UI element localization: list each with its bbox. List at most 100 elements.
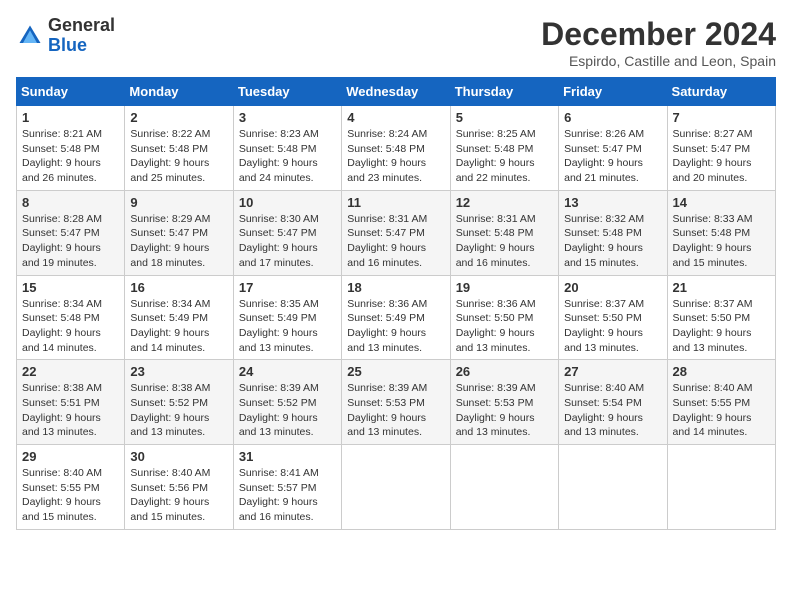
day-info: Sunrise: 8:33 AMSunset: 5:48 PMDaylight:…	[673, 212, 770, 271]
calendar-cell	[559, 445, 667, 530]
day-number: 30	[130, 449, 227, 464]
day-info: Sunrise: 8:39 AMSunset: 5:53 PMDaylight:…	[347, 381, 444, 440]
day-info: Sunrise: 8:27 AMSunset: 5:47 PMDaylight:…	[673, 127, 770, 186]
day-number: 29	[22, 449, 119, 464]
column-header-friday: Friday	[559, 78, 667, 106]
day-info: Sunrise: 8:40 AMSunset: 5:54 PMDaylight:…	[564, 381, 661, 440]
calendar-cell: 19 Sunrise: 8:36 AMSunset: 5:50 PMDaylig…	[450, 275, 558, 360]
calendar-week-row: 22 Sunrise: 8:38 AMSunset: 5:51 PMDaylig…	[17, 360, 776, 445]
logo: General Blue	[16, 16, 115, 56]
day-info: Sunrise: 8:35 AMSunset: 5:49 PMDaylight:…	[239, 297, 336, 356]
day-info: Sunrise: 8:22 AMSunset: 5:48 PMDaylight:…	[130, 127, 227, 186]
day-number: 13	[564, 195, 661, 210]
calendar-week-row: 8 Sunrise: 8:28 AMSunset: 5:47 PMDayligh…	[17, 190, 776, 275]
location: Espirdo, Castille and Leon, Spain	[541, 53, 776, 69]
day-number: 10	[239, 195, 336, 210]
calendar-cell: 6 Sunrise: 8:26 AMSunset: 5:47 PMDayligh…	[559, 106, 667, 191]
calendar-cell: 22 Sunrise: 8:38 AMSunset: 5:51 PMDaylig…	[17, 360, 125, 445]
day-number: 1	[22, 110, 119, 125]
calendar-week-row: 29 Sunrise: 8:40 AMSunset: 5:55 PMDaylig…	[17, 445, 776, 530]
day-info: Sunrise: 8:31 AMSunset: 5:48 PMDaylight:…	[456, 212, 553, 271]
column-header-monday: Monday	[125, 78, 233, 106]
day-number: 12	[456, 195, 553, 210]
logo-text: General Blue	[48, 16, 115, 56]
day-number: 5	[456, 110, 553, 125]
calendar-cell: 11 Sunrise: 8:31 AMSunset: 5:47 PMDaylig…	[342, 190, 450, 275]
calendar-cell: 23 Sunrise: 8:38 AMSunset: 5:52 PMDaylig…	[125, 360, 233, 445]
calendar-cell	[667, 445, 775, 530]
day-number: 24	[239, 364, 336, 379]
calendar-cell: 16 Sunrise: 8:34 AMSunset: 5:49 PMDaylig…	[125, 275, 233, 360]
day-number: 20	[564, 280, 661, 295]
day-info: Sunrise: 8:41 AMSunset: 5:57 PMDaylight:…	[239, 466, 336, 525]
day-number: 26	[456, 364, 553, 379]
day-info: Sunrise: 8:40 AMSunset: 5:55 PMDaylight:…	[22, 466, 119, 525]
calendar-cell: 30 Sunrise: 8:40 AMSunset: 5:56 PMDaylig…	[125, 445, 233, 530]
day-number: 11	[347, 195, 444, 210]
calendar-cell: 8 Sunrise: 8:28 AMSunset: 5:47 PMDayligh…	[17, 190, 125, 275]
calendar-cell: 31 Sunrise: 8:41 AMSunset: 5:57 PMDaylig…	[233, 445, 341, 530]
calendar-cell: 14 Sunrise: 8:33 AMSunset: 5:48 PMDaylig…	[667, 190, 775, 275]
day-number: 3	[239, 110, 336, 125]
day-info: Sunrise: 8:30 AMSunset: 5:47 PMDaylight:…	[239, 212, 336, 271]
day-info: Sunrise: 8:29 AMSunset: 5:47 PMDaylight:…	[130, 212, 227, 271]
column-header-sunday: Sunday	[17, 78, 125, 106]
day-number: 6	[564, 110, 661, 125]
day-number: 4	[347, 110, 444, 125]
calendar-cell: 18 Sunrise: 8:36 AMSunset: 5:49 PMDaylig…	[342, 275, 450, 360]
day-number: 7	[673, 110, 770, 125]
calendar-cell: 15 Sunrise: 8:34 AMSunset: 5:48 PMDaylig…	[17, 275, 125, 360]
calendar-cell: 13 Sunrise: 8:32 AMSunset: 5:48 PMDaylig…	[559, 190, 667, 275]
day-number: 22	[22, 364, 119, 379]
day-number: 23	[130, 364, 227, 379]
calendar-cell: 21 Sunrise: 8:37 AMSunset: 5:50 PMDaylig…	[667, 275, 775, 360]
day-info: Sunrise: 8:39 AMSunset: 5:52 PMDaylight:…	[239, 381, 336, 440]
day-number: 14	[673, 195, 770, 210]
day-number: 8	[22, 195, 119, 210]
calendar-cell: 7 Sunrise: 8:27 AMSunset: 5:47 PMDayligh…	[667, 106, 775, 191]
title-block: December 2024 Espirdo, Castille and Leon…	[541, 16, 776, 69]
calendar-cell: 26 Sunrise: 8:39 AMSunset: 5:53 PMDaylig…	[450, 360, 558, 445]
day-number: 19	[456, 280, 553, 295]
day-info: Sunrise: 8:34 AMSunset: 5:48 PMDaylight:…	[22, 297, 119, 356]
day-info: Sunrise: 8:36 AMSunset: 5:50 PMDaylight:…	[456, 297, 553, 356]
day-info: Sunrise: 8:37 AMSunset: 5:50 PMDaylight:…	[673, 297, 770, 356]
calendar-cell: 24 Sunrise: 8:39 AMSunset: 5:52 PMDaylig…	[233, 360, 341, 445]
calendar-cell: 27 Sunrise: 8:40 AMSunset: 5:54 PMDaylig…	[559, 360, 667, 445]
day-info: Sunrise: 8:34 AMSunset: 5:49 PMDaylight:…	[130, 297, 227, 356]
day-info: Sunrise: 8:25 AMSunset: 5:48 PMDaylight:…	[456, 127, 553, 186]
day-number: 2	[130, 110, 227, 125]
calendar-cell: 25 Sunrise: 8:39 AMSunset: 5:53 PMDaylig…	[342, 360, 450, 445]
day-number: 16	[130, 280, 227, 295]
day-number: 31	[239, 449, 336, 464]
calendar-cell	[342, 445, 450, 530]
column-header-tuesday: Tuesday	[233, 78, 341, 106]
day-number: 15	[22, 280, 119, 295]
day-number: 28	[673, 364, 770, 379]
calendar-cell: 20 Sunrise: 8:37 AMSunset: 5:50 PMDaylig…	[559, 275, 667, 360]
day-info: Sunrise: 8:28 AMSunset: 5:47 PMDaylight:…	[22, 212, 119, 271]
day-number: 18	[347, 280, 444, 295]
day-number: 17	[239, 280, 336, 295]
day-info: Sunrise: 8:21 AMSunset: 5:48 PMDaylight:…	[22, 127, 119, 186]
calendar-cell: 9 Sunrise: 8:29 AMSunset: 5:47 PMDayligh…	[125, 190, 233, 275]
day-info: Sunrise: 8:38 AMSunset: 5:51 PMDaylight:…	[22, 381, 119, 440]
day-info: Sunrise: 8:23 AMSunset: 5:48 PMDaylight:…	[239, 127, 336, 186]
day-info: Sunrise: 8:40 AMSunset: 5:55 PMDaylight:…	[673, 381, 770, 440]
column-header-wednesday: Wednesday	[342, 78, 450, 106]
calendar-cell: 10 Sunrise: 8:30 AMSunset: 5:47 PMDaylig…	[233, 190, 341, 275]
calendar-cell: 12 Sunrise: 8:31 AMSunset: 5:48 PMDaylig…	[450, 190, 558, 275]
logo-general: General	[48, 15, 115, 35]
calendar-week-row: 15 Sunrise: 8:34 AMSunset: 5:48 PMDaylig…	[17, 275, 776, 360]
month-title: December 2024	[541, 16, 776, 53]
calendar-cell: 17 Sunrise: 8:35 AMSunset: 5:49 PMDaylig…	[233, 275, 341, 360]
calendar-cell: 29 Sunrise: 8:40 AMSunset: 5:55 PMDaylig…	[17, 445, 125, 530]
calendar-cell	[450, 445, 558, 530]
day-info: Sunrise: 8:40 AMSunset: 5:56 PMDaylight:…	[130, 466, 227, 525]
day-info: Sunrise: 8:38 AMSunset: 5:52 PMDaylight:…	[130, 381, 227, 440]
calendar-cell: 1 Sunrise: 8:21 AMSunset: 5:48 PMDayligh…	[17, 106, 125, 191]
page-header: General Blue December 2024 Espirdo, Cast…	[16, 16, 776, 69]
day-info: Sunrise: 8:37 AMSunset: 5:50 PMDaylight:…	[564, 297, 661, 356]
day-info: Sunrise: 8:39 AMSunset: 5:53 PMDaylight:…	[456, 381, 553, 440]
day-info: Sunrise: 8:24 AMSunset: 5:48 PMDaylight:…	[347, 127, 444, 186]
